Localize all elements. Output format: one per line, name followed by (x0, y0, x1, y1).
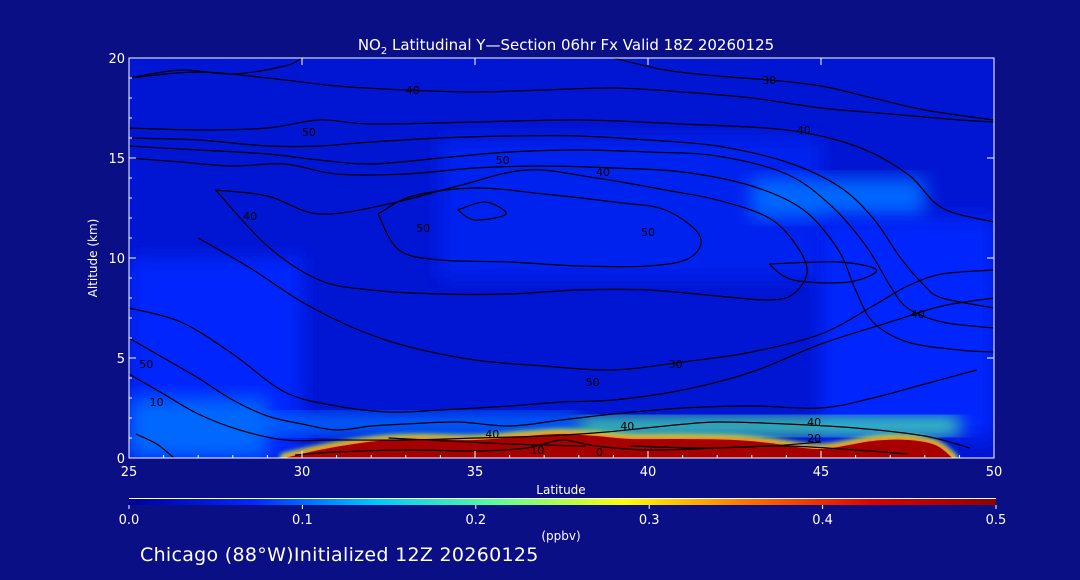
contour-label: 40 (797, 124, 811, 137)
heat-cell (821, 218, 994, 438)
contour-label: 30 (669, 358, 683, 371)
contour-label: 40 (620, 420, 634, 433)
contour-label: 40 (911, 308, 925, 321)
x-tick-label: 45 (813, 465, 830, 480)
colorbar-tick-label: 0.1 (292, 513, 313, 528)
colorbar-unit: (ppbv) (541, 529, 580, 543)
contour-label: 50 (586, 376, 600, 389)
contour-label: 40 (807, 416, 821, 429)
x-axis-label: Latitude (536, 483, 585, 497)
contour-label: 50 (496, 154, 510, 167)
footer-station-info: Chicago (88°W)Initialized 12Z 20260125 (140, 544, 539, 566)
chart-title: NO2 Latitudinal Y—Section 06hr Fx Valid … (358, 36, 774, 57)
colorbar-tick-label: 0.0 (119, 513, 140, 528)
contour-label: 10 (530, 444, 544, 457)
y-tick-label: 20 (108, 52, 125, 67)
contour-label: 40 (596, 166, 610, 179)
heatmap-layer (129, 58, 994, 458)
chart: NO2 Latitudinal Y—Section 06hr Fx Valid … (86, 36, 1007, 543)
contour-label: 50 (416, 222, 430, 235)
colorbar-bar (129, 498, 996, 505)
colorbar-tick-label: 0.2 (465, 513, 486, 528)
x-tick-label: 30 (294, 465, 311, 480)
colorbar-ticks: 0.0 0.1 0.2 0.3 0.4 0.5 (119, 505, 1007, 528)
y-axis-label: Altitude (km) (86, 219, 100, 298)
contour-label: 30 (762, 74, 776, 87)
y-tick-label: 5 (117, 352, 125, 367)
y-tick-label: 0 (117, 452, 125, 467)
colorbar: 0.0 0.1 0.2 0.3 0.4 0.5 (ppbv) (119, 498, 1007, 543)
contour-label: 0 (596, 446, 603, 459)
x-tick-label: 40 (640, 465, 657, 480)
plot-area: 40 30 40 50 50 50 40 50 0 50 40 40 30 40 40 20 10 10 40 50 (129, 58, 994, 459)
x-tick-label: 50 (986, 465, 1003, 480)
y-tick-label: 10 (108, 252, 125, 267)
x-tick-label: 25 (121, 465, 138, 480)
colorbar-tick-label: 0.4 (812, 513, 833, 528)
y-tick-label: 15 (108, 152, 125, 167)
contour-label: 10 (150, 396, 164, 409)
contour-label: 40 (485, 428, 499, 441)
heat-cell (578, 418, 960, 434)
x-tick-label: 35 (467, 465, 484, 480)
contour-label: 50 (139, 358, 153, 371)
contour-label: 50 (302, 126, 316, 139)
contour-label: 50 (641, 226, 655, 239)
colorbar-tick-label: 0.3 (639, 513, 660, 528)
page: NO2 Latitudinal Y—Section 06hr Fx Valid … (0, 0, 1080, 576)
contour-label: 40 (406, 84, 420, 97)
contour-label: 40 (243, 210, 257, 223)
contour-label: 20 (807, 432, 821, 445)
colorbar-tick-label: 0.5 (986, 513, 1007, 528)
